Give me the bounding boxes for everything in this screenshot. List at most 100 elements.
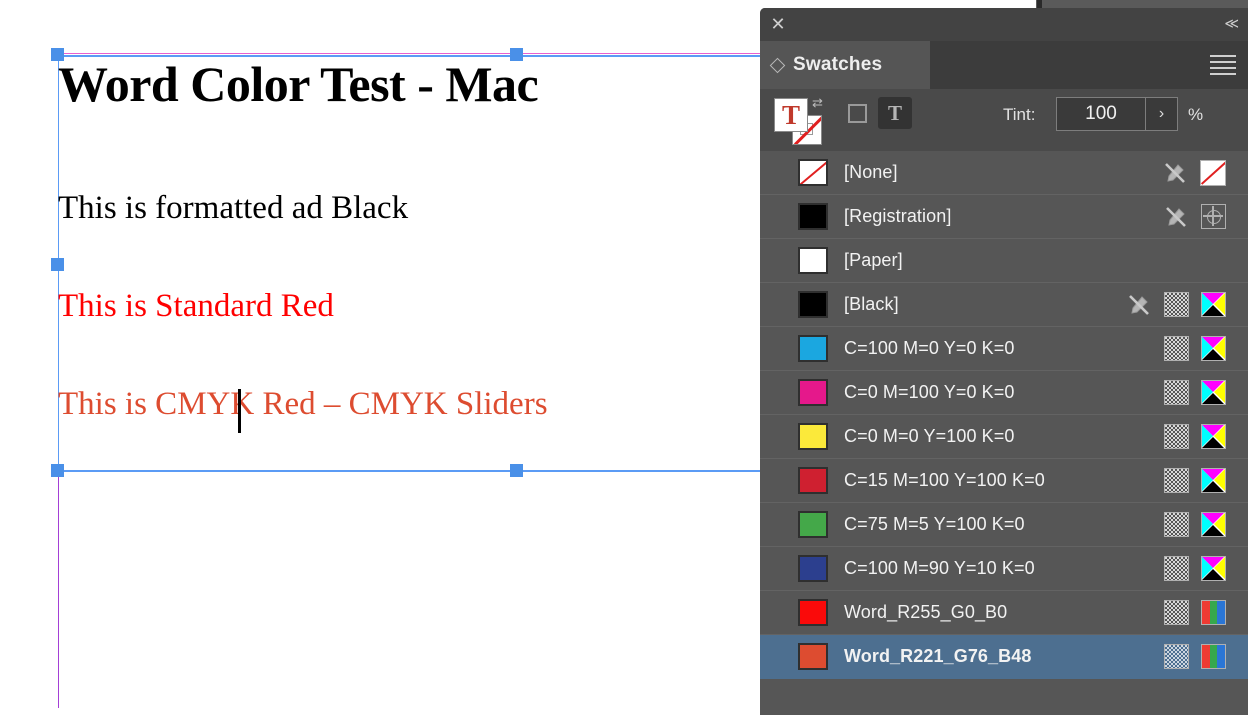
swatch-name-label: [None] — [844, 162, 898, 182]
tint-checker-icon — [1164, 512, 1189, 537]
swatch-color-chip — [798, 379, 828, 406]
panel-footer — [760, 679, 1248, 715]
swatch-name-label: [Registration] — [844, 206, 952, 226]
document-canvas[interactable]: Word Color Test - Mac This is formatted … — [0, 0, 768, 708]
tint-percent-label: % — [1188, 105, 1204, 124]
swatch-row[interactable]: Word_R255_G0_B0 — [760, 591, 1248, 635]
rgb-color-mode-icon — [1201, 644, 1226, 669]
swatch-color-chip — [798, 555, 828, 582]
swatch-row-icons — [1164, 512, 1226, 537]
diamond-icon — [769, 57, 786, 73]
swatch-color-chip — [798, 467, 828, 494]
swatch-row[interactable]: Word_R221_G76_B48 — [760, 635, 1248, 679]
swatch-row-icons — [1164, 336, 1226, 361]
swatch-row-icons — [1164, 556, 1226, 581]
swatch-list[interactable]: [None] [Registration] [Paper] [Black] C=100 … — [760, 151, 1248, 679]
cmyk-color-mode-icon — [1201, 336, 1226, 361]
collapse-panel-icon[interactable]: ≪ — [1224, 13, 1239, 33]
tint-checker-icon — [1164, 644, 1189, 669]
swap-fill-stroke-icon[interactable]: ⇄ — [812, 95, 823, 111]
swatch-color-chip — [798, 599, 828, 626]
swatch-name-label: [Paper] — [844, 250, 903, 270]
fill-proxy-text-glyph: T — [781, 99, 800, 130]
rgb-color-mode-icon — [1201, 600, 1226, 625]
document-line-cmyk-red[interactable]: This is CMYK Red – CMYK Sliders — [58, 386, 548, 423]
formatting-affects-text-button[interactable]: T — [878, 97, 912, 129]
swatch-row[interactable]: [Registration] — [760, 195, 1248, 239]
swatches-toolbar: T ⇄ T Tint: 100 › % — [760, 89, 1248, 151]
tint-label: Tint: — [1003, 105, 1036, 124]
document-title-text[interactable]: Word Color Test - Mac — [58, 55, 539, 113]
swatch-name-label: C=15 M=100 Y=100 K=0 — [844, 470, 1045, 490]
swatch-row-icons — [1164, 468, 1226, 493]
swatches-panel: ✕ ≪ Swatches T ⇄ T Tint: 100 › % [None] … — [760, 8, 1248, 715]
tint-checker-icon — [1164, 556, 1189, 581]
swatch-name-label: C=75 M=5 Y=100 K=0 — [844, 514, 1025, 534]
lock-swatch-icon — [1163, 204, 1189, 230]
top-strip-marker — [1037, 0, 1042, 8]
tint-checker-icon — [1164, 292, 1189, 317]
swatch-name-label: C=0 M=100 Y=0 K=0 — [844, 382, 1015, 402]
swatch-color-chip — [798, 203, 828, 230]
swatch-name-label: [Black] — [844, 294, 899, 314]
swatch-color-chip — [798, 247, 828, 274]
registration-color-mode-icon — [1201, 204, 1226, 229]
panel-tab-row: Swatches — [760, 41, 1248, 89]
tint-checker-icon — [1164, 424, 1189, 449]
swatch-row-icons — [1162, 159, 1226, 186]
cmyk-color-mode-icon — [1201, 468, 1226, 493]
tab-swatches[interactable]: Swatches — [760, 41, 930, 89]
none-color-mode-icon — [1200, 159, 1226, 186]
swatch-row[interactable]: C=75 M=5 Y=100 K=0 — [760, 503, 1248, 547]
panel-title-bar: ✕ ≪ — [760, 8, 1248, 41]
swatch-name-label: C=0 M=0 Y=100 K=0 — [844, 426, 1015, 446]
swatch-row[interactable]: C=0 M=0 Y=100 K=0 — [760, 415, 1248, 459]
cmyk-color-mode-icon — [1201, 512, 1226, 537]
swatch-row-icons — [1164, 600, 1226, 625]
swatch-row[interactable]: [Black] — [760, 283, 1248, 327]
swatch-color-chip — [798, 423, 828, 450]
lock-swatch-icon — [1162, 160, 1188, 186]
panel-top-strip — [760, 0, 1248, 8]
close-icon[interactable]: ✕ — [768, 14, 788, 34]
swatch-row[interactable]: C=100 M=90 Y=10 K=0 — [760, 547, 1248, 591]
lock-swatch-icon — [1126, 292, 1152, 318]
tab-swatches-label: Swatches — [793, 54, 883, 75]
tint-checker-icon — [1164, 468, 1189, 493]
selection-handle-bottom-left[interactable] — [51, 464, 64, 477]
swatch-row[interactable]: [None] — [760, 151, 1248, 195]
top-strip-white-segment — [760, 0, 1036, 8]
tint-stepper-button[interactable]: › — [1146, 97, 1178, 131]
margin-guide-top — [58, 53, 768, 54]
swatch-row-icons — [1126, 292, 1226, 318]
tint-input[interactable]: 100 — [1056, 97, 1146, 131]
swatch-color-chip — [798, 511, 828, 538]
tint-checker-icon — [1164, 336, 1189, 361]
swatch-color-chip — [798, 335, 828, 362]
fill-stroke-proxy: T ⇄ — [774, 95, 832, 147]
swatch-name-label: C=100 M=0 Y=0 K=0 — [844, 338, 1015, 358]
document-line-black[interactable]: This is formatted ad Black — [58, 190, 408, 227]
tint-checker-icon — [1164, 600, 1189, 625]
swatch-row-icons — [1164, 424, 1226, 449]
formatting-affects-container-button[interactable] — [848, 104, 867, 123]
swatch-row[interactable]: C=100 M=0 Y=0 K=0 — [760, 327, 1248, 371]
swatch-name-label: Word_R255_G0_B0 — [844, 602, 1008, 622]
text-frame-bottom-edge[interactable] — [58, 470, 768, 472]
selection-handle-middle-left[interactable] — [51, 258, 64, 271]
swatch-row-icons — [1164, 644, 1226, 669]
panel-menu-icon[interactable] — [1210, 55, 1236, 75]
fill-proxy-swatch[interactable]: T — [774, 98, 808, 132]
swatch-row[interactable]: [Paper] — [760, 239, 1248, 283]
swatch-name-label: C=100 M=90 Y=10 K=0 — [844, 558, 1035, 578]
text-insertion-caret — [238, 389, 241, 433]
swatch-row[interactable]: C=0 M=100 Y=0 K=0 — [760, 371, 1248, 415]
cmyk-color-mode-icon — [1201, 380, 1226, 405]
swatch-row-icons — [1164, 380, 1226, 405]
swatch-row[interactable]: C=15 M=100 Y=100 K=0 — [760, 459, 1248, 503]
document-line-standard-red[interactable]: This is Standard Red — [58, 288, 334, 325]
selection-handle-bottom-center[interactable] — [510, 464, 523, 477]
swatch-color-chip — [798, 159, 828, 186]
cmyk-color-mode-icon — [1201, 292, 1226, 317]
swatch-color-chip — [798, 291, 828, 318]
